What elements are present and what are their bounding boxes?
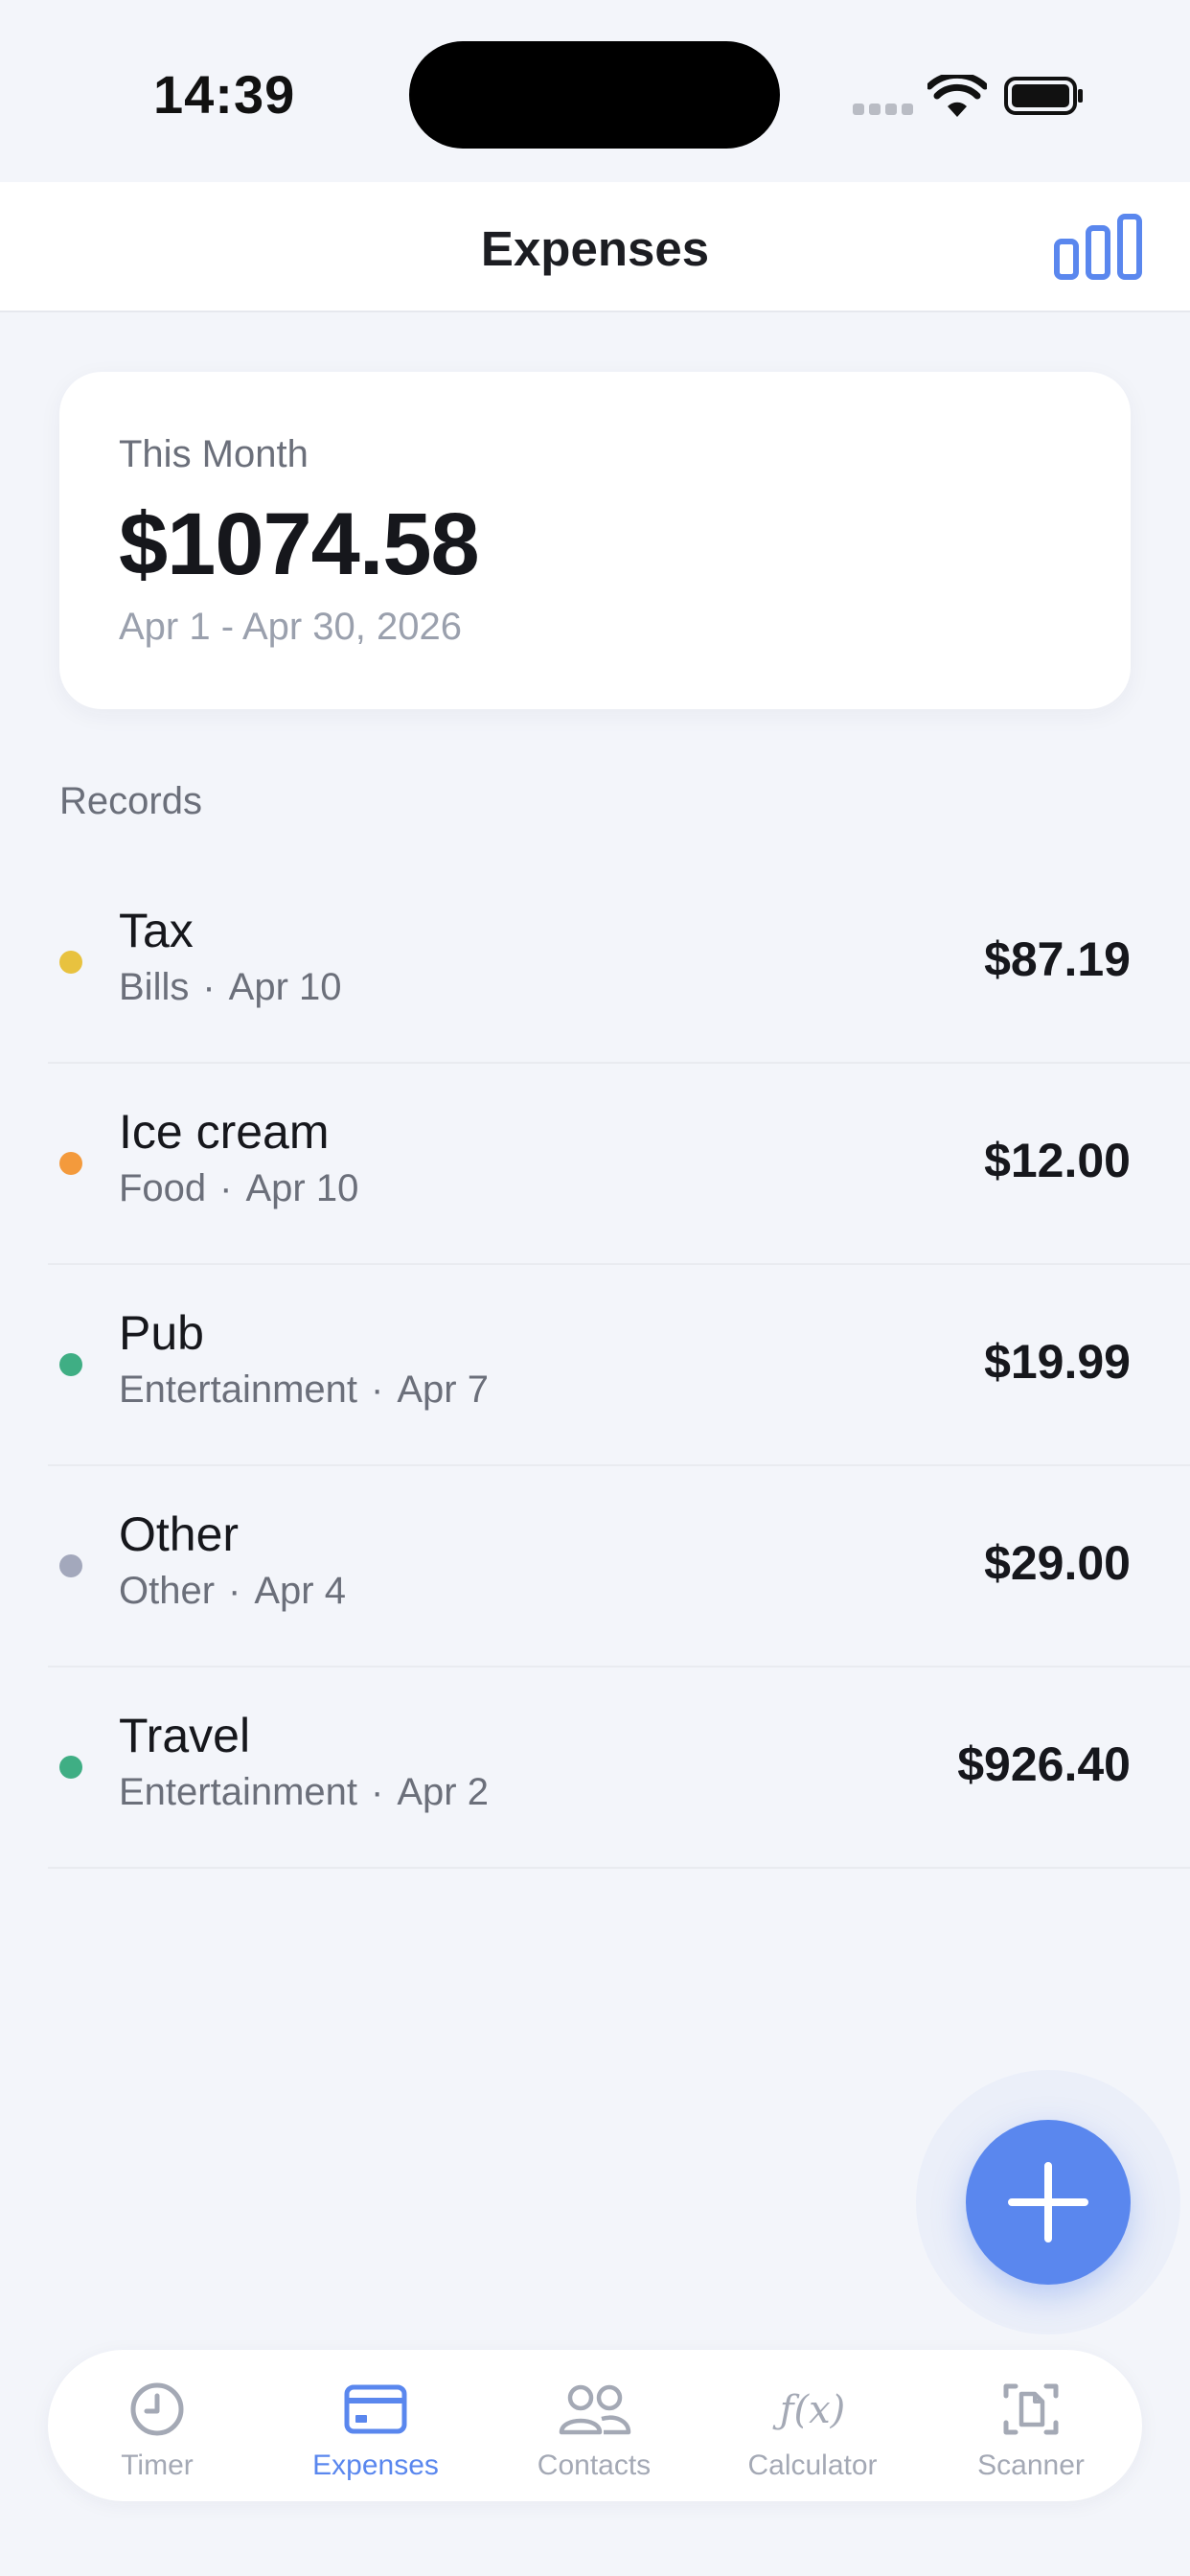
record-amount: $926.40: [957, 1737, 1131, 1791]
battery-icon: [1004, 77, 1083, 115]
plus-icon: [1008, 2162, 1088, 2242]
category-color-dot: [59, 1152, 82, 1175]
summary-date-range: Apr 1 - Apr 30, 2026: [119, 606, 463, 648]
records-list: Tax Bills · Apr 10 $87.19 Ice cream Food · A…: [48, 862, 1190, 1869]
page-title: Expenses: [480, 221, 710, 276]
record-date: Apr 10: [245, 1167, 359, 1209]
meta-separator: ·: [228, 1570, 241, 1612]
tab-calculator[interactable]: ƒ(x) Calculator: [703, 2350, 922, 2501]
function-icon: ƒ(x): [772, 2388, 846, 2432]
record-title: Pub: [119, 1306, 204, 1360]
record-amount: $87.19: [984, 932, 1131, 986]
record-category: Entertainment: [119, 1771, 358, 1813]
people-icon: [559, 2384, 631, 2435]
tab-contacts[interactable]: Contacts: [485, 2350, 703, 2501]
month-summary-card: This Month $1074.58 Apr 1 - Apr 30, 2026: [59, 372, 1131, 709]
tab-label: Scanner: [977, 2450, 1085, 2481]
record-title: Travel: [119, 1709, 251, 1762]
meta-separator: ·: [371, 1771, 384, 1813]
tab-label: Contacts: [537, 2450, 652, 2481]
cellular-signal-icon: [853, 104, 914, 117]
record-meta: Food · Apr 10: [119, 1167, 358, 1210]
category-color-dot: [59, 1756, 82, 1779]
summary-label: This Month: [119, 433, 309, 475]
record-meta: Entertainment · Apr 2: [119, 1771, 489, 1814]
meta-separator: ·: [202, 966, 216, 1008]
meta-separator: ·: [371, 1368, 384, 1411]
svg-text:ƒ(x): ƒ(x): [772, 2388, 846, 2432]
record-meta: Bills · Apr 10: [119, 966, 342, 1009]
list-item[interactable]: Tax Bills · Apr 10 $87.19: [48, 862, 1190, 1064]
record-title: Other: [119, 1507, 240, 1561]
status-time: 14:39: [153, 64, 296, 125]
dynamic-island: [409, 41, 780, 149]
list-item[interactable]: Travel Entertainment · Apr 2 $926.40: [48, 1668, 1190, 1869]
list-item[interactable]: Ice cream Food · Apr 10 $12.00: [48, 1064, 1190, 1265]
clock-icon: [130, 2382, 184, 2436]
meta-separator: ·: [219, 1167, 233, 1209]
record-date: Apr 7: [397, 1368, 489, 1411]
list-item[interactable]: Pub Entertainment · Apr 7 $19.99: [48, 1265, 1190, 1466]
tab-expenses[interactable]: Expenses: [266, 2350, 485, 2501]
record-amount: $29.00: [984, 1536, 1131, 1590]
record-date: Apr 10: [228, 966, 342, 1008]
category-color-dot: [59, 1353, 82, 1376]
record-date: Apr 4: [254, 1570, 346, 1612]
tab-scanner[interactable]: Scanner: [922, 2350, 1140, 2501]
tab-label: Timer: [121, 2450, 194, 2481]
status-bar: 14:39: [0, 0, 1190, 182]
tab-timer[interactable]: Timer: [48, 2350, 266, 2501]
tab-label: Expenses: [312, 2450, 439, 2481]
record-date: Apr 2: [397, 1771, 489, 1813]
record-title: Tax: [119, 904, 194, 957]
record-category: Bills: [119, 966, 190, 1008]
category-color-dot: [59, 1554, 82, 1577]
record-title: Ice cream: [119, 1105, 330, 1159]
wifi-icon: [927, 75, 987, 117]
scan-document-icon: [1003, 2383, 1059, 2435]
add-expense-button[interactable]: [966, 2120, 1131, 2285]
record-category: Other: [119, 1570, 216, 1612]
record-amount: $19.99: [984, 1335, 1131, 1389]
record-meta: Entertainment · Apr 7: [119, 1368, 489, 1412]
tab-label: Calculator: [747, 2450, 878, 2481]
record-category: Food: [119, 1167, 207, 1209]
summary-amount: $1074.58: [119, 495, 480, 593]
card-icon: [344, 2384, 407, 2434]
navigation-bar: Expenses: [0, 182, 1190, 312]
list-item[interactable]: Other Other · Apr 4 $29.00: [48, 1466, 1190, 1668]
record-category: Entertainment: [119, 1368, 358, 1411]
record-meta: Other · Apr 4: [119, 1570, 346, 1613]
record-amount: $12.00: [984, 1134, 1131, 1187]
records-section-title: Records: [59, 780, 202, 822]
category-color-dot: [59, 951, 82, 974]
chart-icon[interactable]: [1052, 213, 1144, 282]
tab-bar: Timer Expenses Contacts ƒ(x) Calculator …: [48, 2350, 1142, 2501]
